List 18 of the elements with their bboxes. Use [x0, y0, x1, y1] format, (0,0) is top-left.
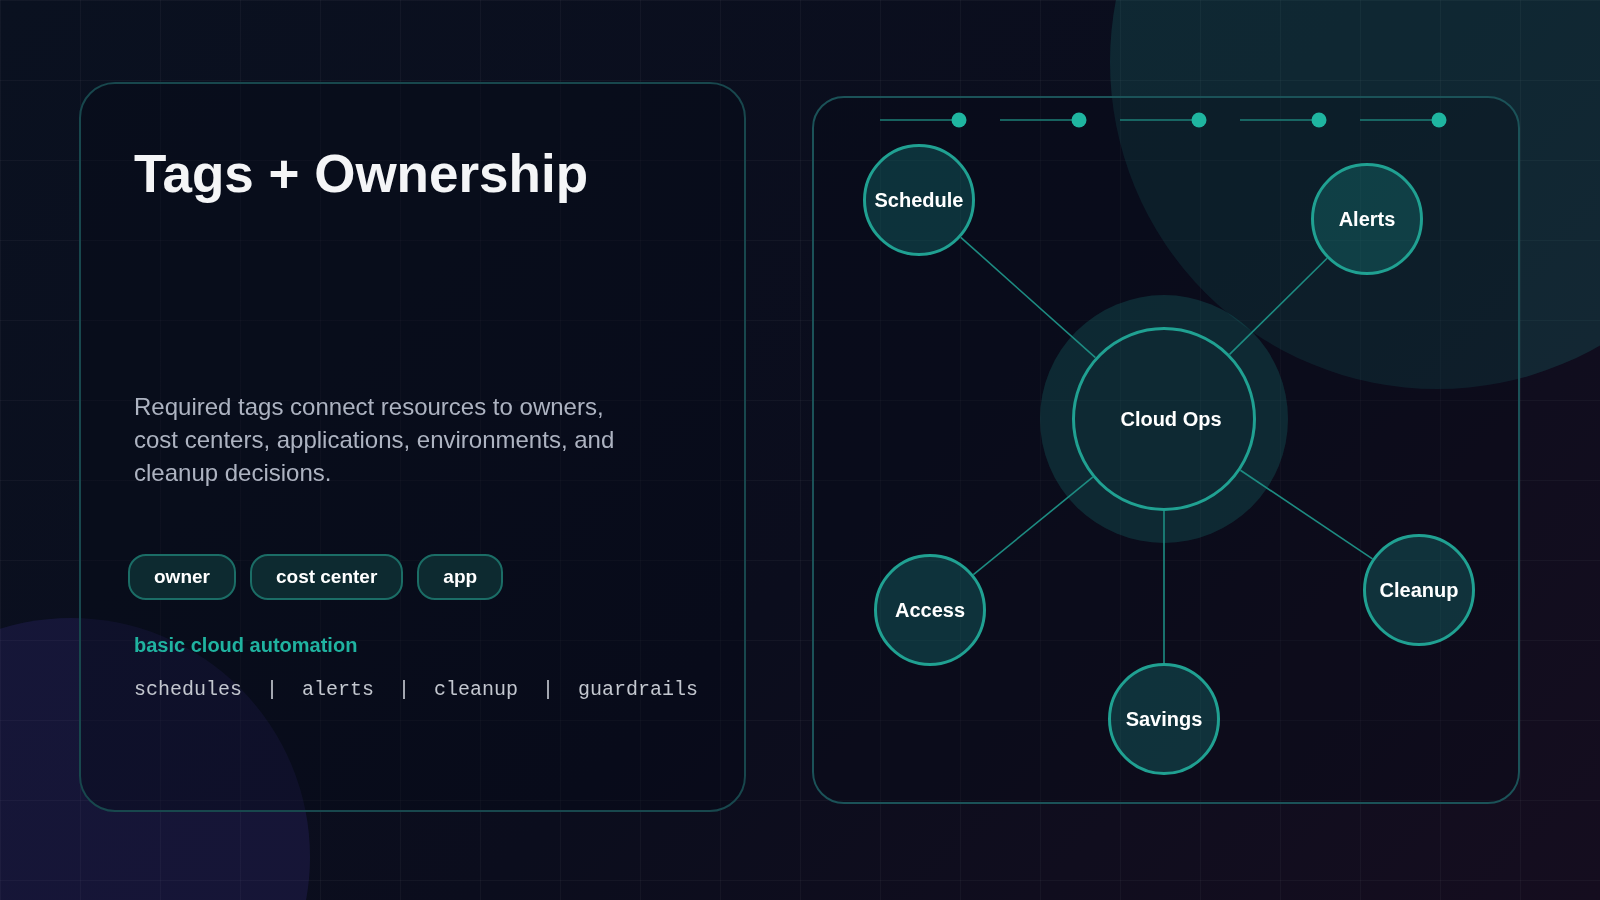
diagram-node: Alerts	[1311, 163, 1423, 275]
timeline-dot-icon	[1240, 112, 1327, 128]
slide-title: Tags + Ownership	[134, 143, 589, 205]
timeline-dot-icon	[1360, 112, 1447, 128]
diagram-node: Cleanup	[1363, 534, 1475, 646]
timeline-dot-icon	[1120, 112, 1207, 128]
automation-heading: basic cloud automation	[134, 633, 358, 657]
tag-chip: cost center	[249, 554, 404, 600]
tag-chip: owner	[128, 554, 236, 600]
timeline-dot-icon	[1000, 112, 1087, 128]
timeline-dot-icon	[880, 112, 967, 128]
hub-node: Cloud Ops	[1072, 327, 1256, 511]
diagram-node: Access	[874, 554, 986, 666]
automation-list: schedules | alerts | cleanup | guardrails	[134, 678, 699, 702]
description-text: Required tags connect resources to owners, cost centers, applications, environments, and cleanup decisions.	[134, 392, 616, 488]
diagram-node: Schedule	[863, 144, 975, 256]
tag-chip: app	[417, 554, 504, 600]
diagram-node: Savings	[1108, 663, 1220, 775]
